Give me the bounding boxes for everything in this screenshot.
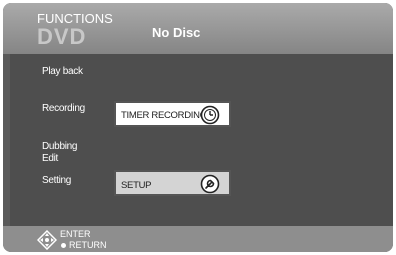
- menu-item-dubbing[interactable]: Dubbing: [42, 141, 77, 153]
- footer-bar: ENTER RETURN: [3, 226, 393, 252]
- clock-icon: [200, 105, 220, 125]
- timer-recording-label: TIMER RECORDING: [121, 110, 207, 121]
- menu-item-setting[interactable]: Setting: [42, 175, 71, 187]
- disc-type-label: DVD: [37, 24, 87, 49]
- enter-hint: ENTER: [60, 229, 91, 239]
- setup-label: SETUP: [121, 180, 152, 191]
- dpad-icon: [37, 230, 57, 250]
- disc-status: No Disc: [152, 25, 201, 40]
- functions-screen: FUNCTIONS DVD No Disc Play back Recordin…: [3, 3, 393, 252]
- wrench-icon: [200, 174, 220, 194]
- return-bullet: [61, 243, 66, 248]
- setup-button[interactable]: SETUP: [114, 170, 231, 196]
- menu-panel: Play back Recording TIMER RECORDING Dubb…: [10, 54, 393, 226]
- menu-item-playback[interactable]: Play back: [42, 66, 83, 78]
- menu-item-edit[interactable]: Edit: [42, 153, 58, 165]
- header-bar: FUNCTIONS DVD No Disc: [3, 3, 393, 54]
- timer-recording-button[interactable]: TIMER RECORDING: [114, 101, 231, 127]
- return-hint: RETURN: [69, 240, 107, 250]
- menu-item-recording[interactable]: Recording: [42, 103, 85, 115]
